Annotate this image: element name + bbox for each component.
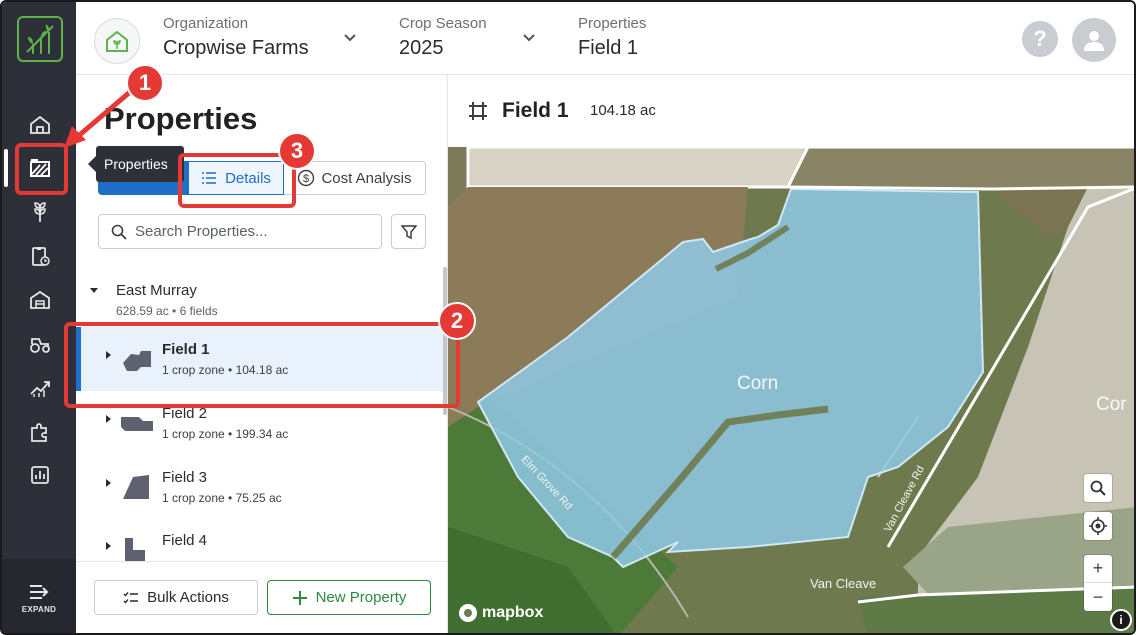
annotation-box-field-1 <box>64 322 460 408</box>
annotation-badge-1: 1 <box>126 64 164 102</box>
annotation-badge-3: 3 <box>278 132 316 170</box>
annotation-arrow <box>64 90 132 148</box>
app-window: EXPAND Organization Cropwise Farms Crop … <box>0 0 1136 635</box>
annotation-box-details-tab <box>178 153 296 208</box>
annotation-badge-2: 2 <box>438 302 476 340</box>
annotation-box-nav-properties <box>15 143 68 195</box>
